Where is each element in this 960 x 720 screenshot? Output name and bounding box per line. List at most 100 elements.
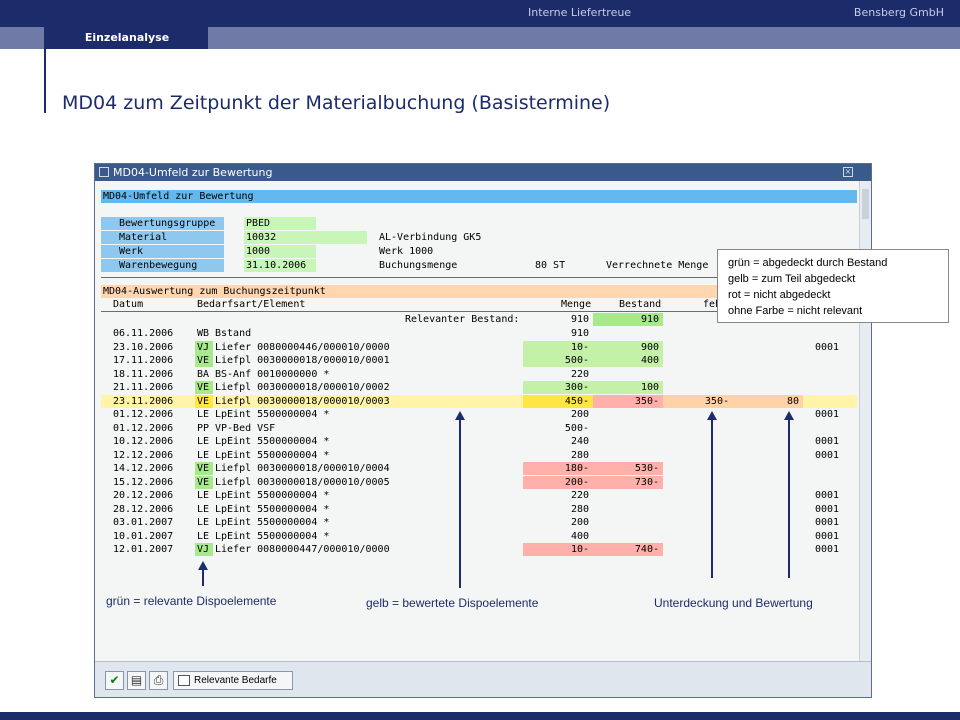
row-menge: 240 [570, 436, 589, 447]
field-label: Material [101, 231, 224, 244]
row-datum: 12.12.2006 [113, 449, 174, 461]
row-bestand [593, 503, 663, 516]
table-row[interactable]: 15.12.2006 VE Liefpl 0030000018/000010/000… [101, 475, 857, 489]
row-menge: 400 [570, 530, 589, 542]
row-menge: 280 [570, 503, 589, 515]
row-datum: 20.12.2006 [113, 490, 174, 501]
header-company: Bensberg GmbH [853, 6, 944, 19]
row-art: VE [195, 394, 213, 408]
row-bestand [593, 530, 663, 543]
table-row[interactable]: 14.12.2006 VE Liefpl 0030000018/000010/000… [101, 462, 857, 475]
row-nummer: 0001 [815, 449, 840, 461]
field-extra: AL-Verbindung GK5 [379, 232, 482, 243]
table-row[interactable]: 23.11.2006 VE Liefpl 0030000018/000010/000… [101, 394, 857, 408]
legend-box: grün = abgedeckt durch Bestand gelb = zu… [717, 249, 949, 323]
toolbar: ✔ ▤ ⎙ Relevante Bedarfe [95, 661, 871, 697]
footer-band [0, 712, 960, 720]
table-row[interactable]: 23.10.2006 VJ Liefer 0080000446/000010/000… [101, 340, 857, 354]
row-bestand: 350- [593, 394, 663, 408]
tab-einzelanalyse[interactable]: Einzelanalyse [46, 27, 208, 49]
row-nummer: 0001 [815, 341, 840, 353]
row-art: LE [197, 436, 210, 447]
row-datum: 21.11.2006 [113, 382, 174, 393]
row-nummer: 0001 [815, 409, 840, 420]
row-datum: 18.11.2006 [113, 368, 174, 380]
row-art: BA [197, 368, 210, 380]
row-nummer: 0001 [815, 503, 840, 515]
row-element: LpEint 5500000004 * [215, 449, 330, 461]
relevant-label: Relevanter Bestand: [405, 314, 520, 325]
table-row[interactable]: 28.12.2006 LE LpEint 5500000004 * 280 0001 [101, 503, 857, 516]
field-extra: Werk 1000 [379, 246, 434, 257]
table-row[interactable]: 03.01.2007 LE LpEint 5500000004 * 200 0001 [101, 516, 857, 529]
table-row[interactable]: 10.01.2007 LE LpEint 5500000004 * 400 0001 [101, 530, 857, 543]
relevante-bedarfe-button[interactable]: Relevante Bedarfe [173, 671, 293, 690]
row-bestand [593, 327, 663, 340]
row-menge: 10- [523, 543, 593, 556]
row-element: LpEint 5500000004 * [215, 530, 330, 542]
row-menge: 450- [523, 394, 593, 408]
legend-line-none: ohne Farbe = nicht relevant [728, 305, 863, 317]
field-value: 10032 [244, 231, 367, 244]
table-row[interactable]: 12.01.2007 VJ Liefer 0080000447/000010/000… [101, 543, 857, 556]
close-icon[interactable]: × [843, 167, 853, 177]
table-row[interactable]: 10.12.2006 LE LpEint 5500000004 * 240 0001 [101, 435, 857, 448]
row-datum: 03.01.2007 [113, 517, 174, 528]
row-nummer [813, 354, 853, 367]
print-icon[interactable]: ⎙ [149, 671, 168, 690]
row-datum: 17.11.2006 [113, 355, 174, 366]
checkmark-icon[interactable]: ✔ [105, 671, 124, 690]
row-element: Liefpl 0030000018/000010/0005 [215, 476, 390, 488]
row-art: LE [197, 409, 210, 420]
relevant-menge: 910 [570, 314, 589, 325]
table-row[interactable]: 17.11.2006 VE Liefpl 0030000018/000010/000… [101, 354, 857, 367]
arrow-line-fehl [711, 418, 713, 578]
row-art: VE [195, 475, 213, 489]
row-menge: 220 [570, 368, 589, 380]
row-bestand [593, 408, 663, 421]
row-datum: 23.10.2006 [113, 341, 174, 353]
arrow-line-bewertung [788, 418, 790, 578]
row-element: LpEint 5500000004 * [215, 409, 330, 420]
window-icon [99, 167, 109, 177]
document-icon[interactable]: ▤ [127, 671, 146, 690]
row-nummer [813, 462, 853, 475]
row-bestand [593, 422, 663, 435]
annotation-yellow: gelb = bewertete Dispoelemente [366, 596, 539, 610]
legend-line-yellow: gelb = zum Teil abgedeckt [728, 273, 856, 285]
row-element: Liefpl 0030000018/000010/0001 [215, 355, 390, 366]
col-element: Bedarfsart/Element [197, 299, 306, 310]
row-menge: 10- [523, 340, 593, 354]
table-row[interactable]: 20.12.2006 LE LpEint 5500000004 * 220 0001 [101, 489, 857, 502]
row-element: Liefpl 0030000018/000010/0002 [215, 382, 390, 393]
table-row[interactable]: 18.11.2006 BA BS-Anf 0010000000 * 220 [101, 368, 857, 381]
table-row[interactable]: 01.12.2006 LE LpEint 5500000004 * 200 0001 [101, 408, 857, 421]
field-qty: 80 ST [535, 260, 566, 271]
row-bestand [593, 435, 663, 448]
row-nummer [813, 368, 853, 381]
table-row[interactable]: 12.12.2006 LE LpEint 5500000004 * 280 0001 [101, 449, 857, 462]
field-label: Werk [101, 245, 224, 258]
table-row[interactable]: 01.12.2006 PP VP-Bed VSF 500- [101, 422, 857, 435]
row-nummer [813, 422, 853, 435]
row-datum: 15.12.2006 [113, 476, 174, 488]
row-bestand: 400 [593, 354, 663, 367]
row-bestand: 730- [593, 475, 663, 489]
row-menge: 910 [570, 328, 589, 339]
field-label: Bewertungsgruppe [101, 217, 224, 230]
field-extra: Buchungsmenge [379, 260, 458, 271]
row-art: VE [195, 462, 213, 475]
row-element: Bstand [215, 328, 252, 339]
legend-line-red: rot = nicht abgedeckt [728, 289, 831, 301]
field-row-bewertungsgruppe: Bewertungsgruppe PBED [101, 217, 857, 230]
scrollbar-thumb[interactable] [862, 189, 869, 219]
list-icon [178, 675, 190, 686]
table-row[interactable]: 21.11.2006 VE Liefpl 0030000018/000010/000… [101, 381, 857, 394]
row-nummer [813, 395, 853, 408]
row-bestand: 100 [593, 381, 663, 394]
legend-line-green: grün = abgedeckt durch Bestand [728, 257, 888, 269]
row-menge: 220 [570, 490, 589, 501]
relevante-bedarfe-label: Relevante Bedarfe [194, 675, 277, 686]
table-row[interactable]: 06.11.2006 WB Bstand 910 [101, 327, 857, 340]
field-value: 1000 [244, 245, 316, 258]
